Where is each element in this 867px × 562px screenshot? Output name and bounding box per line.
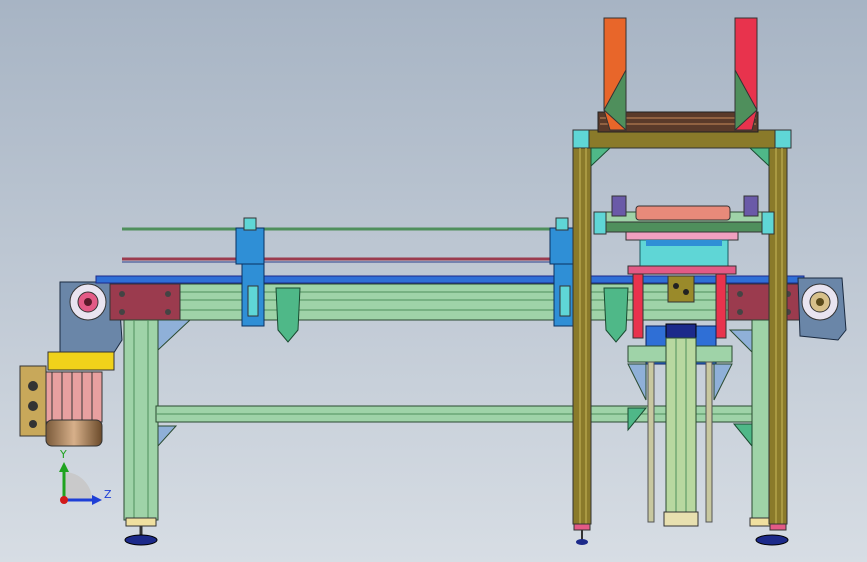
triad-label-y: Y <box>59 448 67 461</box>
main-beam <box>117 283 809 321</box>
conveyor-belt <box>95 275 805 284</box>
cad-viewport[interactable]: Y Z <box>0 0 867 562</box>
motor-end-cap <box>45 419 103 447</box>
end-plate-left <box>109 283 181 321</box>
leveling-foot-left <box>124 534 158 546</box>
guide-rod-left <box>632 273 644 339</box>
idler-pulley-right <box>797 277 847 341</box>
x-axis-dot <box>60 496 68 504</box>
gearbox-flange <box>47 351 115 371</box>
triad-label-z: Z <box>104 488 112 501</box>
leveling-foot-right <box>755 534 789 546</box>
guide-rod-right <box>715 273 727 339</box>
